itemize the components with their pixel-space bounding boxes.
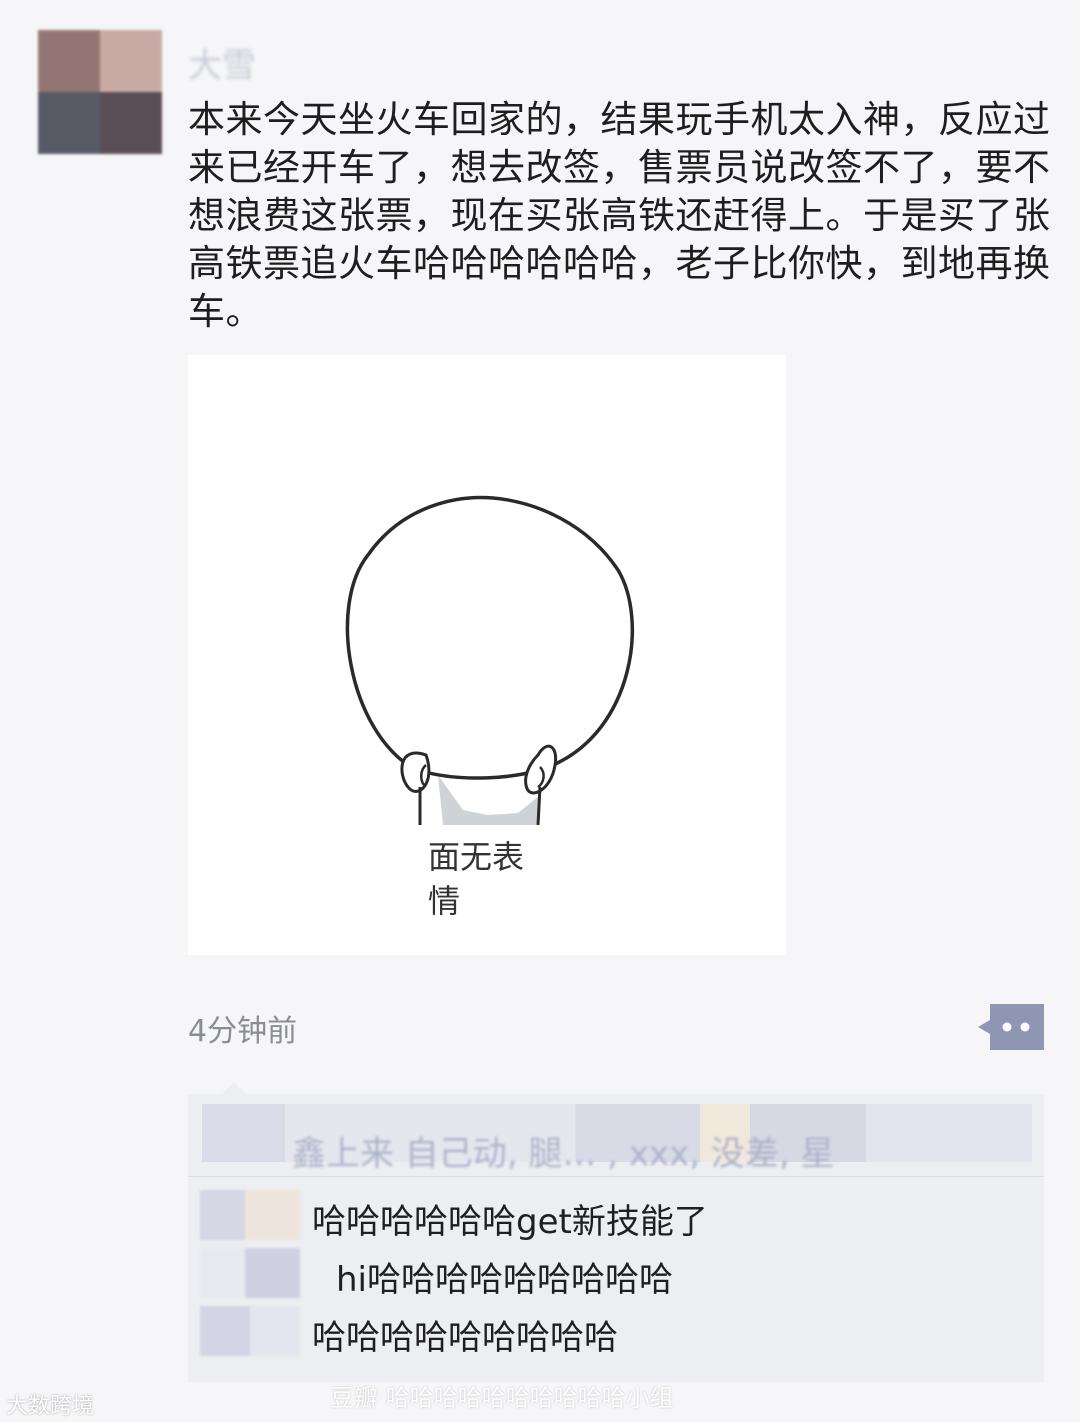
post-timestamp: 4分钟前 — [188, 1014, 298, 1049]
comment-dots-icon — [978, 1004, 1044, 1050]
likes-names: 鑫上来 自己动, 腿… , xxx, 没差, 星 — [292, 1134, 835, 1174]
more-options-button[interactable] — [976, 1004, 1044, 1050]
comment-panel: 鑫上来 自己动, 腿… , xxx, 没差, 星 哈哈哈哈哈哈get新技能了 h… — [188, 1082, 1044, 1382]
comment-divider — [188, 1176, 1044, 1177]
comment-panel-notch — [222, 1082, 246, 1094]
commenter-name[interactable] — [200, 1190, 300, 1240]
post-image[interactable]: 面无表情 — [188, 355, 786, 955]
post-text: 本来今天坐火车回家的，结果玩手机太入神，反应过来已经开车了，想去改签，售票员说改… — [188, 98, 1051, 333]
meme-caption: 面无表情 — [428, 838, 525, 920]
douban-group-watermark: 豆瓣 哈哈哈哈哈哈哈哈哈哈小组 — [330, 1384, 674, 1412]
comment-item[interactable]: 哈哈哈哈哈哈哈哈哈 — [200, 1306, 1030, 1358]
comment-item[interactable]: hi哈哈哈哈哈哈哈哈哈 — [200, 1248, 1030, 1300]
comment-text: 哈哈哈哈哈哈get新技能了 — [312, 1202, 708, 1242]
commenter-name[interactable] — [200, 1248, 300, 1298]
commenter-name[interactable] — [200, 1306, 300, 1356]
corner-logo-watermark: 大数跨境 — [6, 1394, 95, 1419]
comment-text: hi哈哈哈哈哈哈哈哈哈 — [336, 1260, 673, 1300]
user-avatar[interactable] — [38, 30, 162, 154]
likes-row[interactable]: 鑫上来 自己动, 腿… , xxx, 没差, 星 — [202, 1104, 1032, 1174]
author-name[interactable]: 大雪 — [188, 38, 256, 87]
comment-text: 哈哈哈哈哈哈哈哈哈 — [312, 1318, 618, 1358]
comment-item[interactable]: 哈哈哈哈哈哈get新技能了 — [200, 1190, 1030, 1242]
